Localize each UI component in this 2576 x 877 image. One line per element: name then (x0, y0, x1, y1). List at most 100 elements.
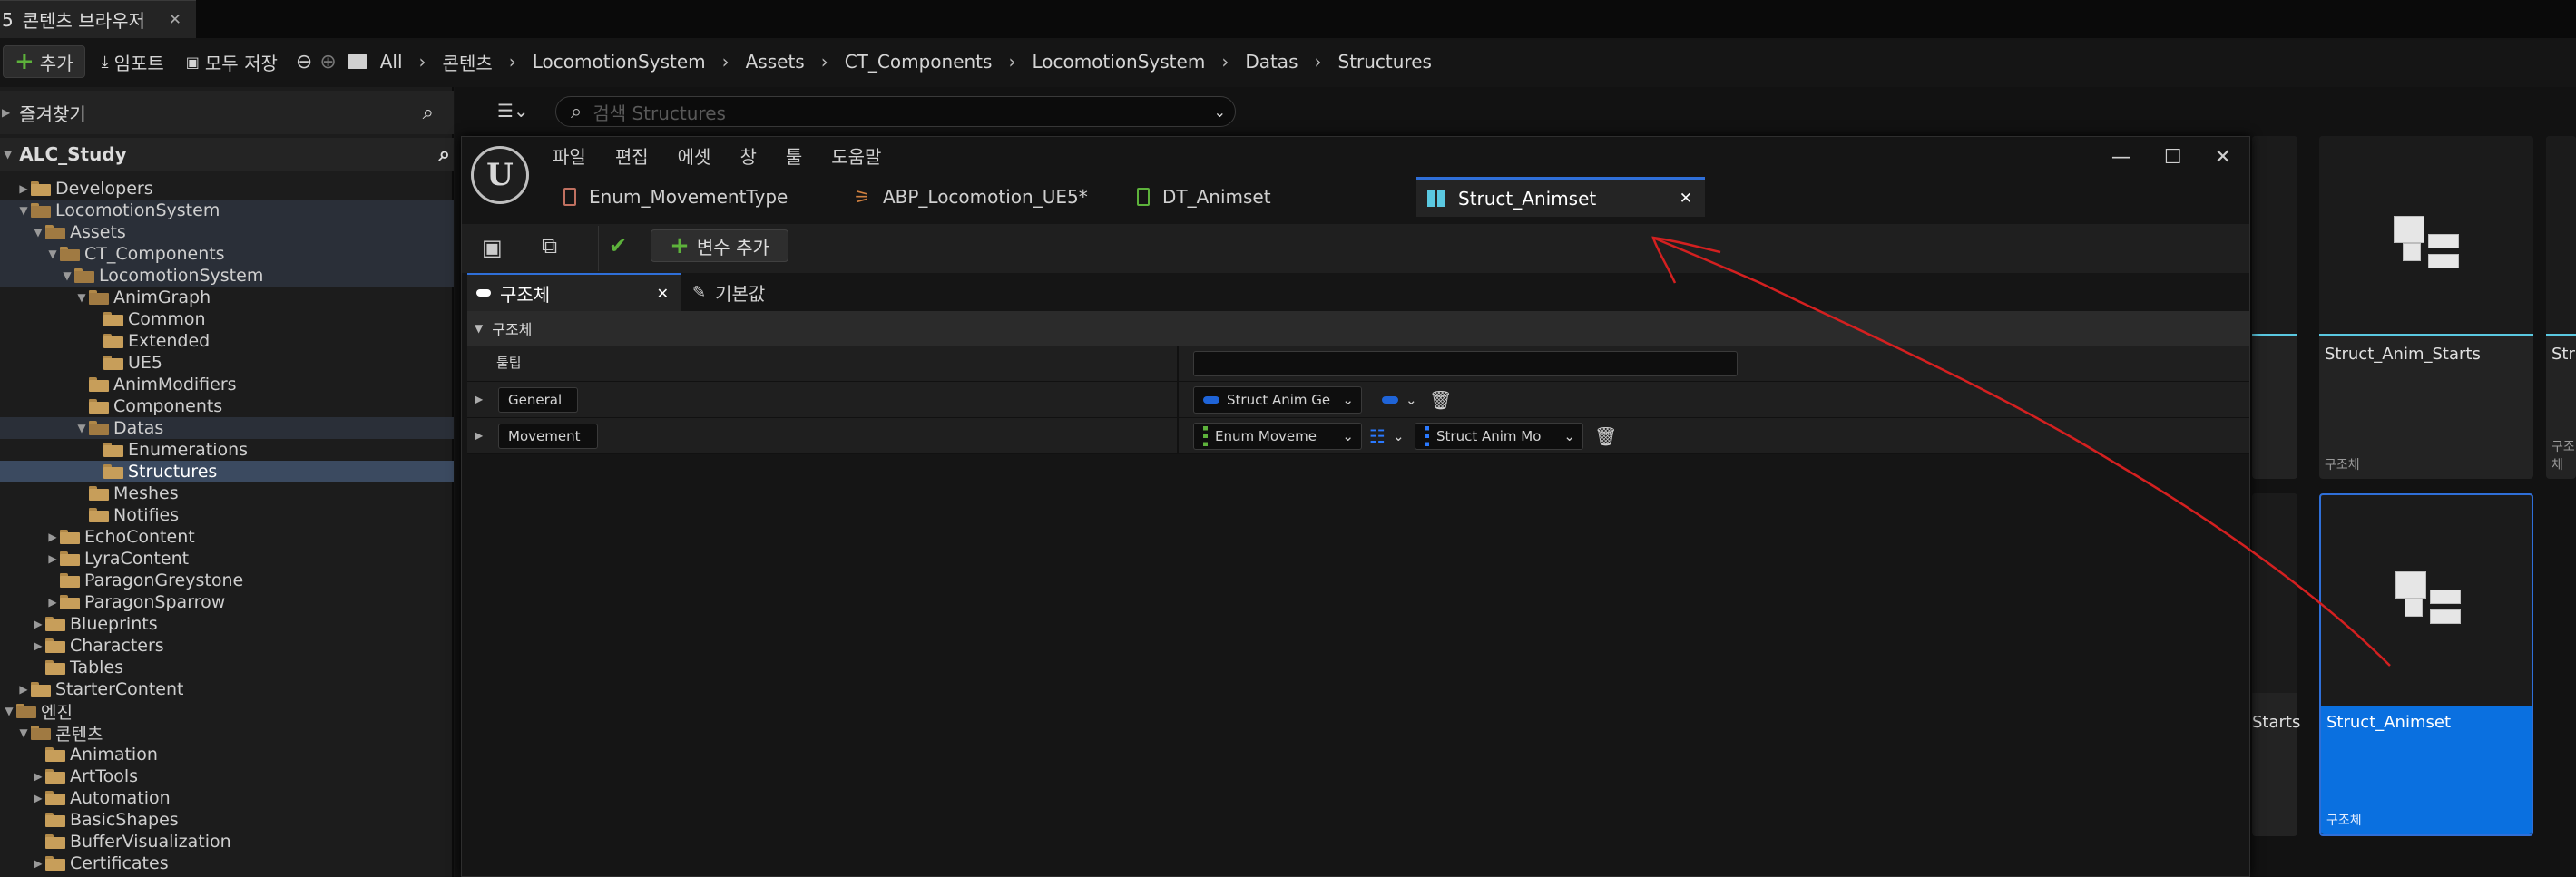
breadcrumb-item[interactable]: All (380, 51, 403, 73)
forward-icon[interactable]: ⊕ (319, 51, 336, 73)
tree-item[interactable]: ▶ Developers (0, 178, 454, 200)
tree-item[interactable]: ParagonGreystone (0, 570, 454, 591)
asset-tile-partial[interactable]: Starts (2252, 493, 2300, 836)
tree-item[interactable]: ▼ AnimGraph (0, 287, 454, 308)
member-name-field[interactable]: General (498, 387, 578, 413)
tree-item[interactable]: ▼ 엔진 (0, 700, 454, 723)
tree-item[interactable]: AnimModifiers (0, 374, 454, 395)
trash-icon[interactable]: 🗑 (1429, 389, 1452, 411)
minimize-icon[interactable]: — (2111, 146, 2131, 169)
chevron-down-icon[interactable]: ▼ (76, 422, 87, 434)
tab-dt-animset[interactable]: DT_Animset (1126, 177, 1416, 217)
save-all-button[interactable]: ▣ 모두 저장 (175, 45, 289, 78)
tab-defaults[interactable]: ✎ 기본값 (683, 273, 865, 311)
chevron-down-icon[interactable]: ▼ (18, 726, 29, 739)
tree-item[interactable]: ▼ 콘텐츠 (0, 722, 454, 745)
container-type-dropdown[interactable]: ⌄ (1373, 386, 1416, 414)
chevron-right-icon[interactable]: ▶ (475, 429, 483, 442)
structure-section-header[interactable]: ▼ 구조체 (467, 311, 2249, 346)
tree-item[interactable]: ▶ Characters (0, 635, 454, 657)
breadcrumb-item[interactable]: LocomotionSystem (1032, 51, 1205, 73)
tree-item[interactable]: ▶ EchoContent (0, 526, 454, 548)
tree-item[interactable]: ▼ Datas (0, 417, 454, 439)
chevron-right-icon[interactable]: ▶ (33, 792, 44, 804)
tree-item[interactable]: Enumerations (0, 439, 454, 461)
menu-file[interactable]: 파일 (553, 142, 586, 169)
close-icon[interactable]: ✕ (1680, 190, 1692, 208)
tree-item[interactable]: ▶ StarterContent (0, 678, 454, 700)
tree-item[interactable]: BasicShapes (0, 809, 454, 831)
tree-item[interactable]: Notifies (0, 504, 454, 526)
breadcrumb-item[interactable]: Structures (1338, 51, 1432, 73)
browse-icon[interactable]: ⧉ (542, 233, 557, 258)
close-icon[interactable]: ✕ (657, 285, 669, 302)
tab-struct-animset[interactable]: Struct_Animset ✕ (1416, 177, 1705, 217)
tab-abp-locomotion[interactable]: ⚞ ABP_Locomotion_UE5* (843, 177, 1124, 217)
tab-structure[interactable]: 구조체 ✕ (467, 273, 681, 311)
tree-item[interactable]: ▶ Certificates (0, 853, 454, 874)
tree-item[interactable]: ▼ CT_Components (0, 243, 454, 265)
tree-item[interactable]: ▼ LocomotionSystem (0, 265, 454, 287)
menu-asset[interactable]: 에셋 (678, 142, 711, 169)
chevron-right-icon[interactable]: ▶ (47, 531, 58, 543)
tree-item[interactable]: ▶ Blueprints (0, 613, 454, 635)
menu-tools[interactable]: 툴 (786, 142, 802, 169)
tree-item[interactable]: Animation (0, 744, 454, 765)
chevron-down-icon[interactable]: ▼ (62, 269, 73, 282)
close-icon[interactable]: ✕ (169, 11, 181, 29)
chevron-right-icon[interactable]: ▶ (33, 770, 44, 783)
trash-icon[interactable]: 🗑 (1594, 425, 1617, 447)
tree-item[interactable]: ▶ ArtTools (0, 765, 454, 787)
content-browser-tab[interactable]: 5 콘텐츠 브라우저 ✕ (0, 0, 196, 38)
menu-edit[interactable]: 편집 (615, 142, 649, 169)
breadcrumb-item[interactable]: Assets (746, 51, 805, 73)
tree-item[interactable]: ▶ Automation (0, 787, 454, 809)
member-type-dropdown[interactable]: Enum Moveme ⌄ (1193, 423, 1362, 450)
tree-item[interactable]: ▶ LyraContent (0, 548, 454, 570)
search-icon[interactable]: ⌕ (423, 102, 434, 124)
chevron-down-icon[interactable]: ▼ (33, 226, 44, 239)
chevron-down-icon[interactable]: ▼ (4, 705, 15, 717)
maximize-icon[interactable]: ☐ (2164, 146, 2182, 169)
tree-item[interactable]: ▼ Assets (0, 221, 454, 243)
add-button[interactable]: + 추가 (3, 45, 85, 78)
save-icon[interactable]: ▣ (482, 235, 503, 260)
filter-icon[interactable]: ☰⌄ (497, 100, 529, 122)
tree-item[interactable]: Structures (0, 461, 454, 482)
chevron-right-icon[interactable]: ▶ (47, 552, 58, 565)
chevron-down-icon[interactable]: ⌄ (1214, 103, 1226, 121)
breadcrumb-item[interactable]: LocomotionSystem (533, 51, 706, 73)
add-variable-button[interactable]: + 변수 추가 (651, 229, 788, 262)
member-type-dropdown[interactable]: Struct Anim Ge ⌄ (1193, 386, 1362, 414)
asset-tile-selected[interactable]: Struct_Animset 구조체 (2319, 493, 2533, 836)
tree-item[interactable]: UE5 (0, 352, 454, 374)
asset-tile[interactable]: Struct_Anim_Starts 구조체 (2319, 136, 2533, 479)
container-type-dropdown[interactable]: ☷ ⌄ (1366, 423, 1413, 450)
menu-window[interactable]: 창 (739, 142, 756, 169)
search-input[interactable]: ⌕ 검색 Structures ⌄ (555, 96, 1236, 127)
tab-enum-movementtype[interactable]: Enum_MovementType (553, 177, 843, 217)
breadcrumb-item[interactable]: 콘텐츠 (443, 49, 493, 75)
tooltip-input[interactable] (1193, 351, 1738, 376)
breadcrumb-item[interactable]: CT_Components (845, 51, 993, 73)
tree-item[interactable]: Common (0, 308, 454, 330)
chevron-right-icon[interactable]: ▶ (33, 639, 44, 652)
favorites-header[interactable]: ▶ 즐겨찾기 ⌕ (0, 91, 454, 134)
chevron-down-icon[interactable]: ▼ (18, 204, 29, 217)
tree-item[interactable]: BufferVisualization (0, 831, 454, 853)
back-icon[interactable]: ⊖ (296, 51, 312, 73)
menu-help[interactable]: 도움말 (831, 142, 881, 169)
project-tree-header[interactable]: ▼ ALC_Study ⌕ (0, 138, 454, 171)
tree-item[interactable]: Components (0, 395, 454, 417)
chevron-right-icon[interactable]: ▶ (475, 393, 483, 405)
import-button[interactable]: ⤓ 임포트 (91, 45, 175, 78)
breadcrumb-item[interactable]: Datas (1245, 51, 1298, 73)
chevron-right-icon[interactable]: ▶ (18, 683, 29, 696)
chevron-right-icon[interactable]: ▶ (18, 182, 29, 195)
tree-item[interactable]: Tables (0, 657, 454, 678)
member-name-field[interactable]: Movement (498, 424, 598, 449)
chevron-right-icon[interactable]: ▶ (47, 596, 58, 609)
map-value-type-dropdown[interactable]: Struct Anim Mo ⌄ (1415, 423, 1583, 450)
chevron-down-icon[interactable]: ▼ (47, 248, 58, 260)
asset-tile-partial[interactable] (2252, 136, 2297, 479)
